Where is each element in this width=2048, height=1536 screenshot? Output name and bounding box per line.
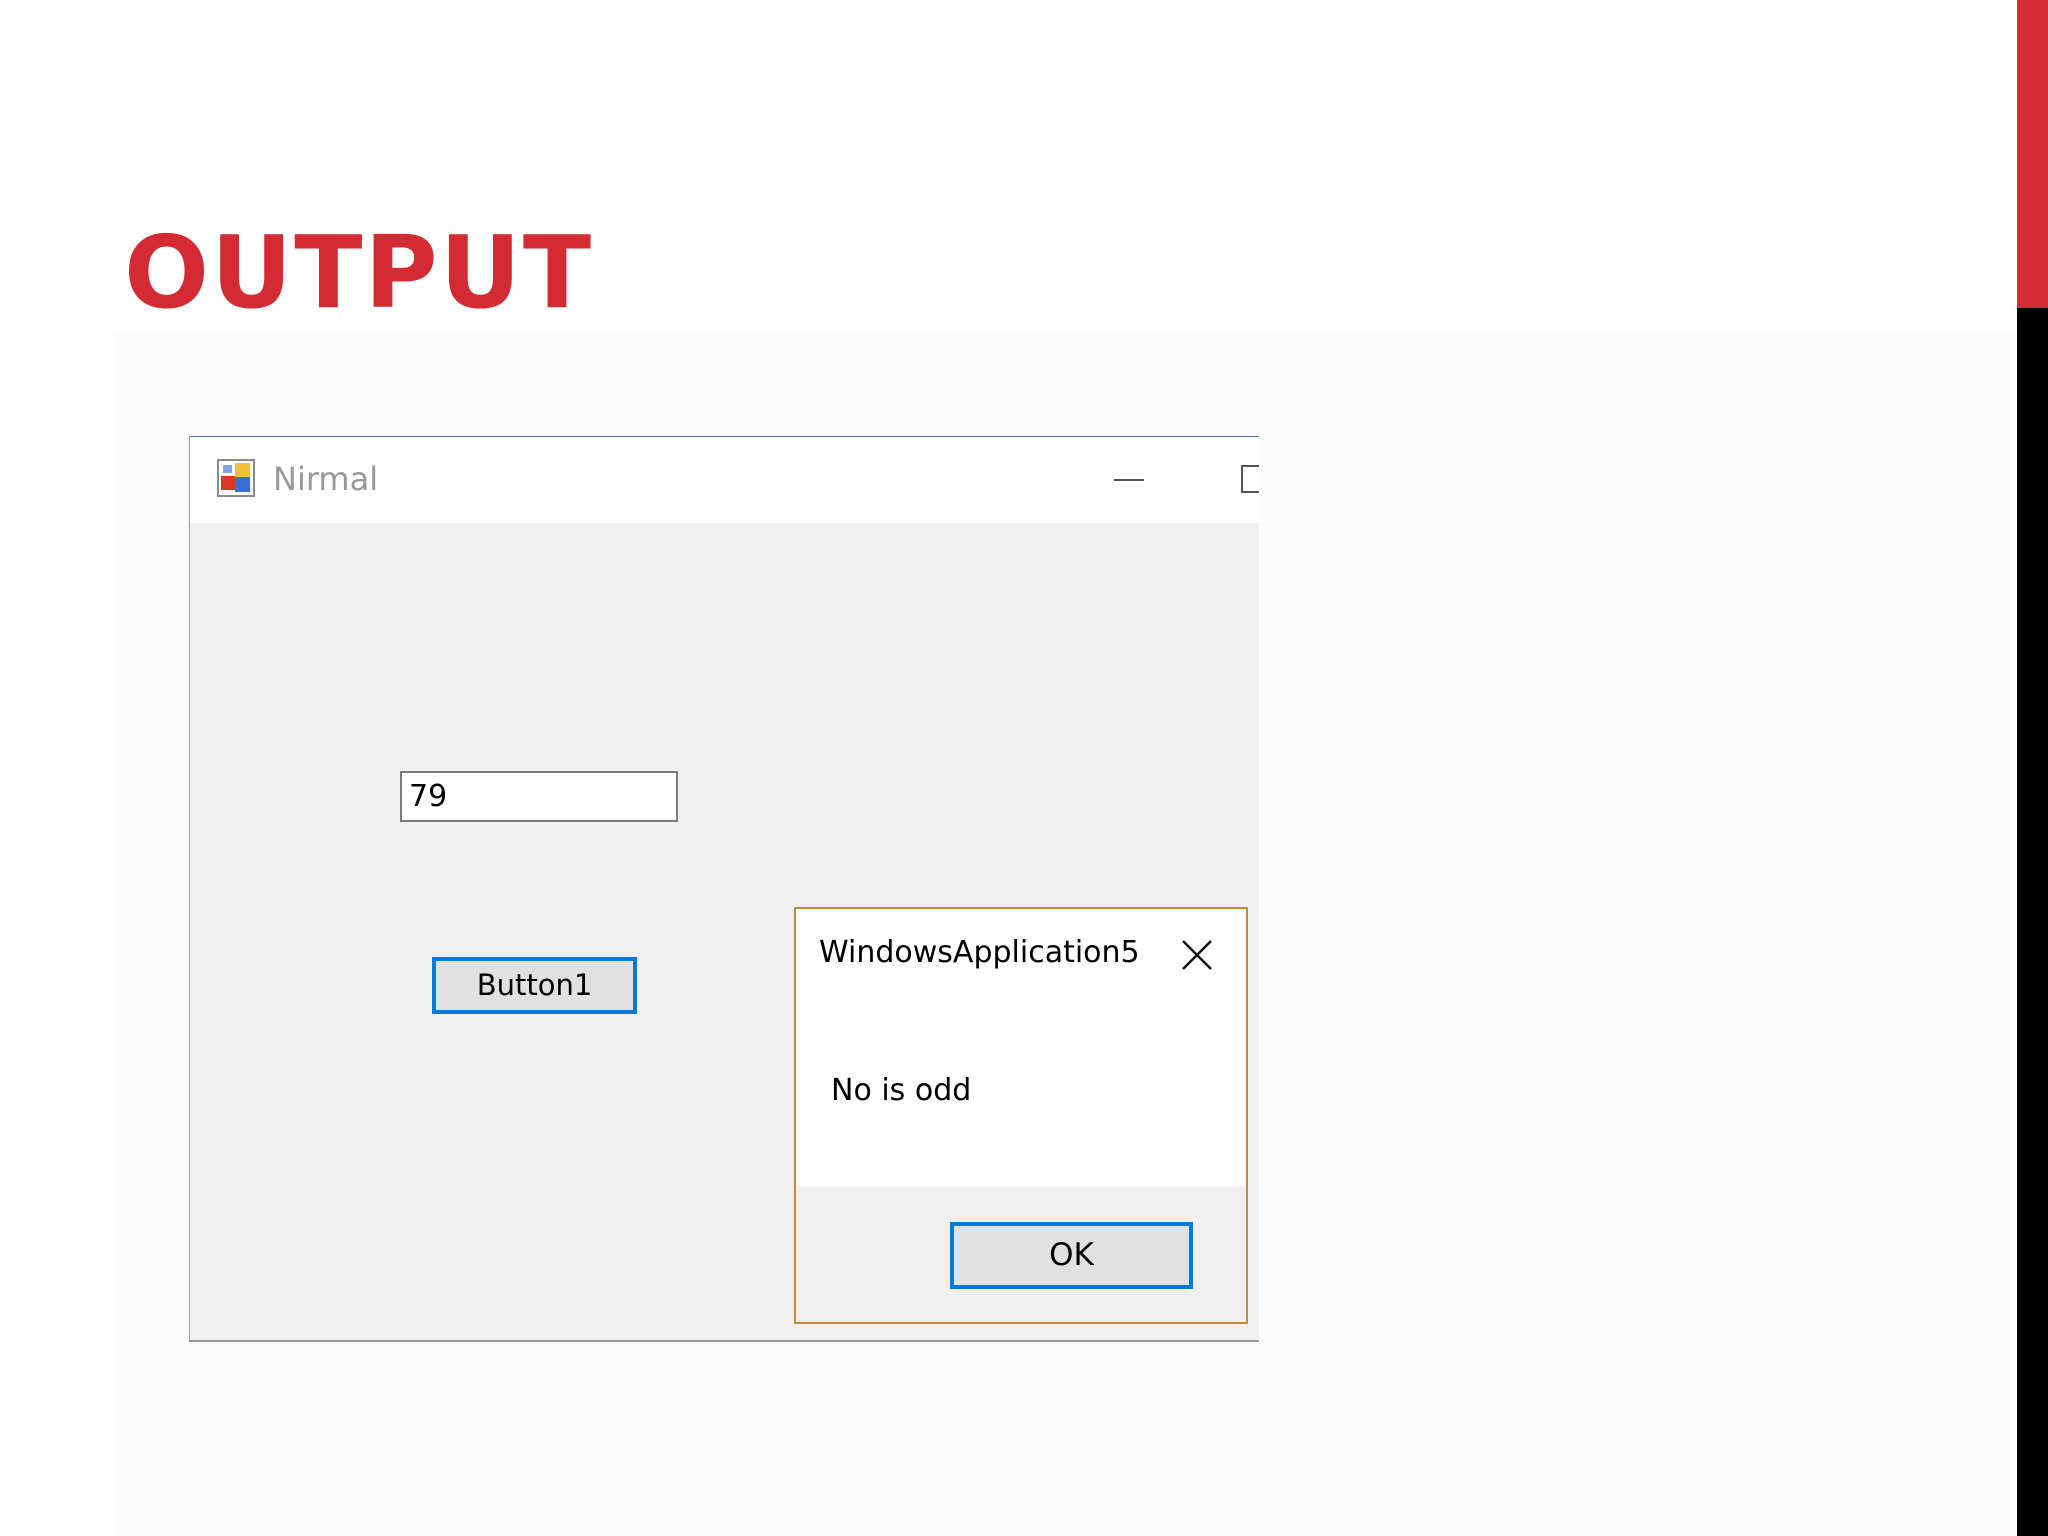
button1[interactable]: Button1 [432, 957, 637, 1014]
messagebox-close-button[interactable] [1166, 925, 1226, 981]
window-titlebar[interactable]: Nirmal [190, 437, 1259, 523]
messagebox-message: No is odd [831, 1073, 972, 1108]
window-title: Nirmal [273, 460, 379, 498]
maximize-button[interactable] [1196, 437, 1259, 523]
messagebox-dialog: WindowsApplication5 No is odd OK [794, 907, 1248, 1324]
close-icon [1182, 940, 1212, 970]
maximize-icon [1241, 465, 1259, 493]
accent-bar-red [2017, 0, 2048, 308]
messagebox-footer: OK [796, 1186, 1246, 1322]
messagebox-title: WindowsApplication5 [819, 935, 1140, 970]
number-textbox[interactable]: 79 [400, 771, 678, 822]
accent-bar-black [2017, 308, 2048, 1536]
slide-title: OUTPUT [124, 214, 594, 331]
slide: OUTPUT Nirmal 79 Button1 WindowsApplicat… [0, 0, 2048, 1536]
ok-button[interactable]: OK [950, 1222, 1193, 1289]
minimize-button[interactable] [1070, 437, 1190, 523]
app-icon [217, 459, 255, 497]
minimize-icon [1114, 479, 1144, 481]
